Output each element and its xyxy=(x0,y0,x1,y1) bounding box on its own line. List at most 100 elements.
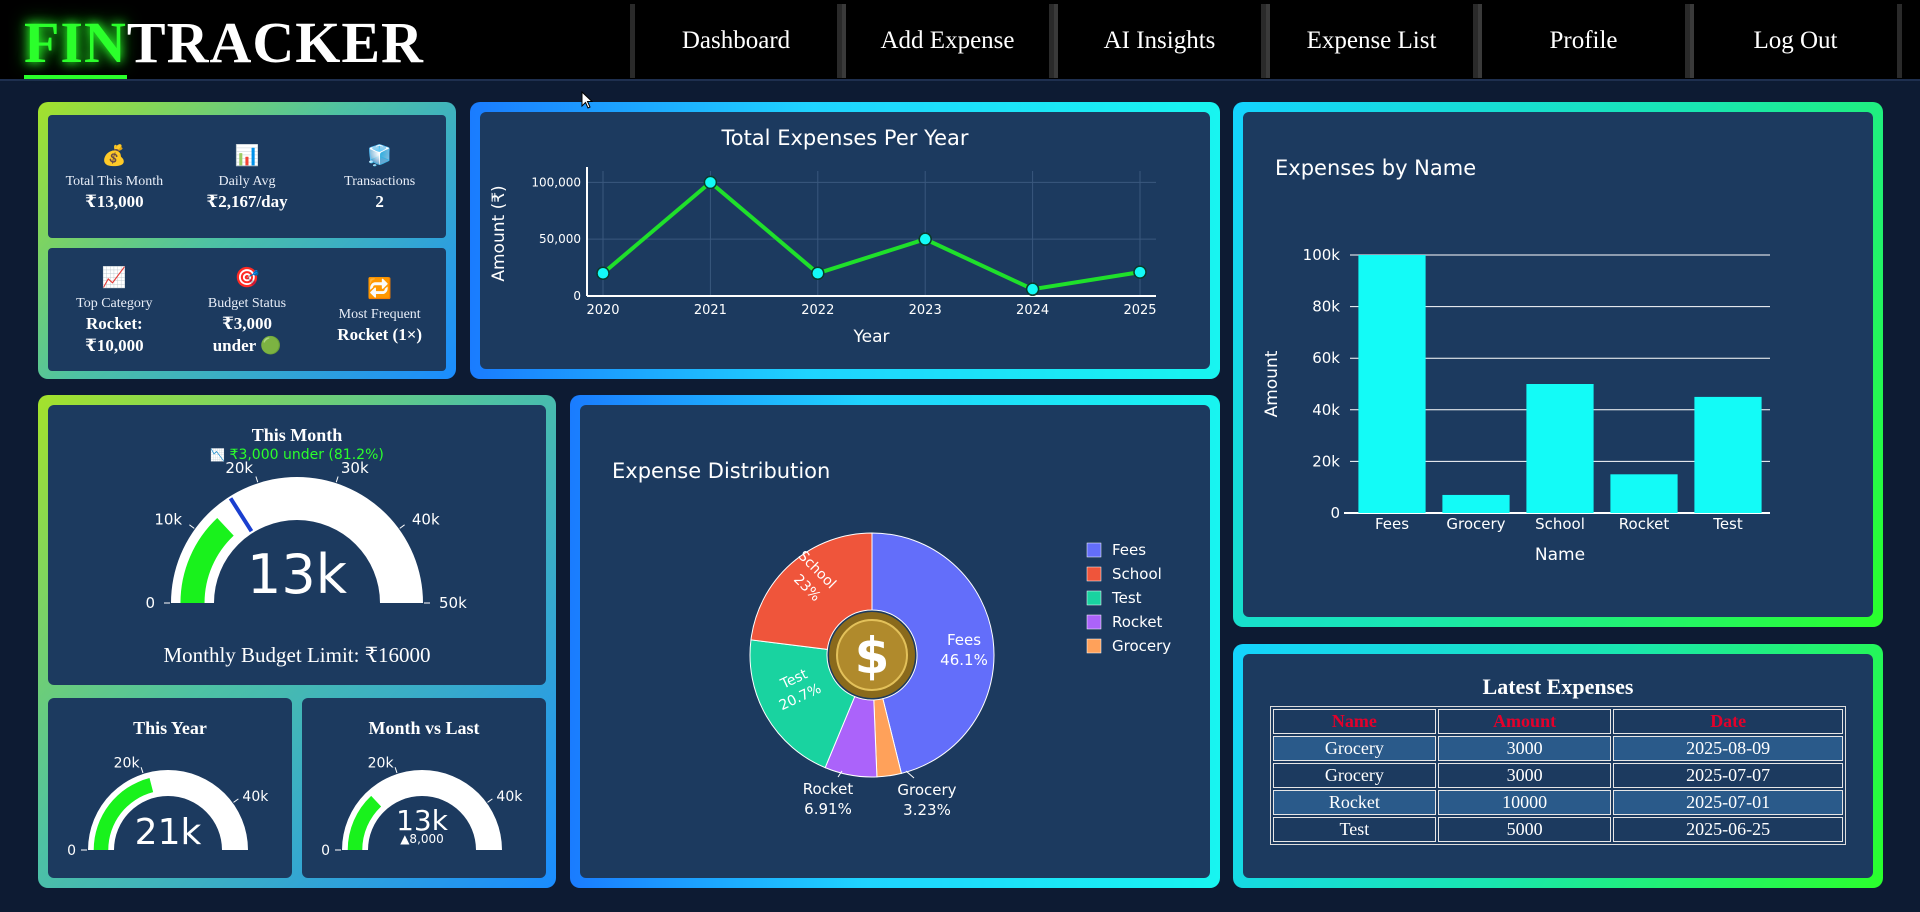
gauge-value: 21k xyxy=(135,812,202,853)
x-axis-title: Name xyxy=(1535,545,1585,565)
legend-swatch xyxy=(1086,614,1102,630)
bar xyxy=(1358,255,1426,513)
col-header-date[interactable]: Date xyxy=(1613,709,1843,734)
y-axis-title: Amount (₹) xyxy=(489,185,509,281)
legend-label: Test xyxy=(1111,589,1142,607)
leader-line xyxy=(905,770,915,779)
app-logo[interactable]: FINTRACKER xyxy=(24,8,424,79)
series-line xyxy=(601,179,1141,292)
money-bag-icon: 💰 xyxy=(101,144,127,167)
pie-chart: $ Fees46.1%School23%Test20.7%Rocket6.91%G… xyxy=(749,532,1171,819)
bar xyxy=(1610,474,1678,513)
data-point xyxy=(596,266,610,281)
x-tick-label: 2023 xyxy=(909,303,942,318)
pie-chart-card: Expense Distribution $ Fees 46.1% School 23%… xyxy=(570,395,1220,888)
stats-row-top: 💰 Total This Month ₹13,000 📊 Daily Avg ₹… xyxy=(48,115,446,238)
stats-row-bottom: 📈 Top Category Rocket: ₹10,000 🎯 Budget … xyxy=(48,248,446,371)
slice-label: Fees xyxy=(947,631,981,649)
legend-label: Rocket xyxy=(1112,613,1163,631)
bar-chart-icon: 📊 xyxy=(234,144,260,167)
repeat-icon: 🔁 xyxy=(367,277,393,300)
bar xyxy=(1526,384,1594,513)
gauge-tick xyxy=(399,524,405,529)
gauge-tick-label: 10k xyxy=(154,511,182,529)
cube-icon: 🧊 xyxy=(367,144,393,167)
top-navbar: FINTRACKER Dashboard Add Expense AI Insi… xyxy=(0,0,1920,81)
x-tick-label: Rocket xyxy=(1619,515,1670,533)
y-axis-title: Amount xyxy=(1262,350,1282,417)
y-tick-label: 80k xyxy=(1312,298,1340,316)
table-row: Grocery 3000 2025-07-07 xyxy=(1273,763,1843,788)
gauge-delta: ▲8,000 xyxy=(400,832,444,846)
year-gauge: 0 20k 40k 21k xyxy=(67,756,269,859)
gauge-tick-label: 40k xyxy=(242,789,269,805)
trend-up-icon: 📈 xyxy=(101,266,127,289)
slice-label: Rocket xyxy=(803,780,854,798)
slice-label: 6.91% xyxy=(804,800,852,818)
gauges-card: This Month 📉 ₹3,000 under (81.2%) 0 10k 20… xyxy=(38,395,556,888)
col-header-name[interactable]: Name xyxy=(1273,709,1436,734)
x-tick-label: Test xyxy=(1712,515,1743,533)
stat-transactions: 🧊 Transactions 2 xyxy=(313,115,446,238)
gauge-tick-label: 0 xyxy=(67,843,76,859)
gauge-tick-label: 20k xyxy=(225,459,253,477)
gauge-tick xyxy=(335,476,339,483)
gauge-value: 13k xyxy=(247,543,348,606)
y-tick-label: 0 xyxy=(573,289,581,303)
table-row: Grocery 3000 2025-08-09 xyxy=(1273,736,1843,761)
x-tick-label: Fees xyxy=(1375,515,1409,533)
line-chart: 0 50,000 100,000 2020 2021 2022 2023 2024 2025 Ye… xyxy=(489,167,1157,347)
data-point xyxy=(703,175,718,190)
target-icon: 🎯 xyxy=(234,266,260,289)
stats-card: 💰 Total This Month ₹13,000 📊 Daily Avg ₹… xyxy=(38,102,456,379)
bar xyxy=(1694,396,1762,513)
x-axis-title: Year xyxy=(853,327,890,347)
x-tick-label: School xyxy=(1535,515,1585,533)
gauge-tick-label: 20k xyxy=(368,756,395,772)
y-tick-label: 50,000 xyxy=(539,232,581,246)
nav-ai-insights[interactable]: AI Insights xyxy=(1054,4,1266,78)
nav-profile[interactable]: Profile xyxy=(1478,4,1690,78)
x-tick-label: 2021 xyxy=(694,303,727,318)
table-row: Rocket 10000 2025-07-01 xyxy=(1273,790,1843,815)
month-gauge-panel: This Month 📉 ₹3,000 under (81.2%) 0 10k 20… xyxy=(48,405,546,685)
slice-label: 46.1% xyxy=(940,651,988,669)
legend-swatch xyxy=(1086,638,1102,654)
nav-dashboard[interactable]: Dashboard xyxy=(630,4,842,78)
gauge-tick xyxy=(140,767,144,774)
legend-swatch xyxy=(1086,590,1102,606)
gauge-tick xyxy=(189,524,195,529)
x-tick-label: 2025 xyxy=(1123,303,1156,318)
nav-log-out[interactable]: Log Out xyxy=(1690,4,1902,78)
gauge-tick-label: 30k xyxy=(341,459,369,477)
gauge-tick-label: 40k xyxy=(496,789,523,805)
x-tick-label: 2024 xyxy=(1016,303,1049,318)
stat-total-month: 💰 Total This Month ₹13,000 xyxy=(48,115,181,238)
legend-label: Fees xyxy=(1112,541,1146,559)
legend-swatch xyxy=(1086,566,1102,582)
stat-most-frequent: 🔁 Most Frequent Rocket (1×) xyxy=(313,248,446,371)
y-tick-label: 100,000 xyxy=(531,175,581,189)
gauge-tick-label: 40k xyxy=(412,511,440,529)
table-row: Test 5000 2025-06-25 xyxy=(1273,817,1843,842)
stat-budget-status: 🎯 Budget Status ₹3,000 under 🟢 xyxy=(181,248,314,371)
data-point xyxy=(811,266,825,281)
nav-expense-list[interactable]: Expense List xyxy=(1266,4,1478,78)
data-point xyxy=(1133,265,1147,279)
nav-links: Dashboard Add Expense AI Insights Expens… xyxy=(630,4,1902,78)
budget-limit-label: Monthly Budget Limit: ₹16000 xyxy=(163,643,431,667)
data-point xyxy=(918,232,932,246)
slice-label: Grocery xyxy=(897,781,956,799)
mvl-gauge-panel: Month vs Last 0 20k 40k 13k ▲8,000 xyxy=(302,698,546,878)
y-tick-label: 20k xyxy=(1312,452,1340,470)
col-header-amount[interactable]: Amount xyxy=(1437,709,1612,734)
mvl-gauge: 020k40k13k▲8,000 xyxy=(321,756,523,859)
y-tick-label: 100k xyxy=(1303,246,1341,264)
y-tick-label: 40k xyxy=(1312,401,1340,419)
gauge-tick-label: 0 xyxy=(145,594,155,612)
gauge-tick xyxy=(487,798,493,803)
slice-label: 3.23% xyxy=(903,801,951,819)
legend-swatch xyxy=(1086,542,1102,558)
stat-top-category: 📈 Top Category Rocket: ₹10,000 xyxy=(48,248,181,371)
nav-add-expense[interactable]: Add Expense xyxy=(842,4,1054,78)
